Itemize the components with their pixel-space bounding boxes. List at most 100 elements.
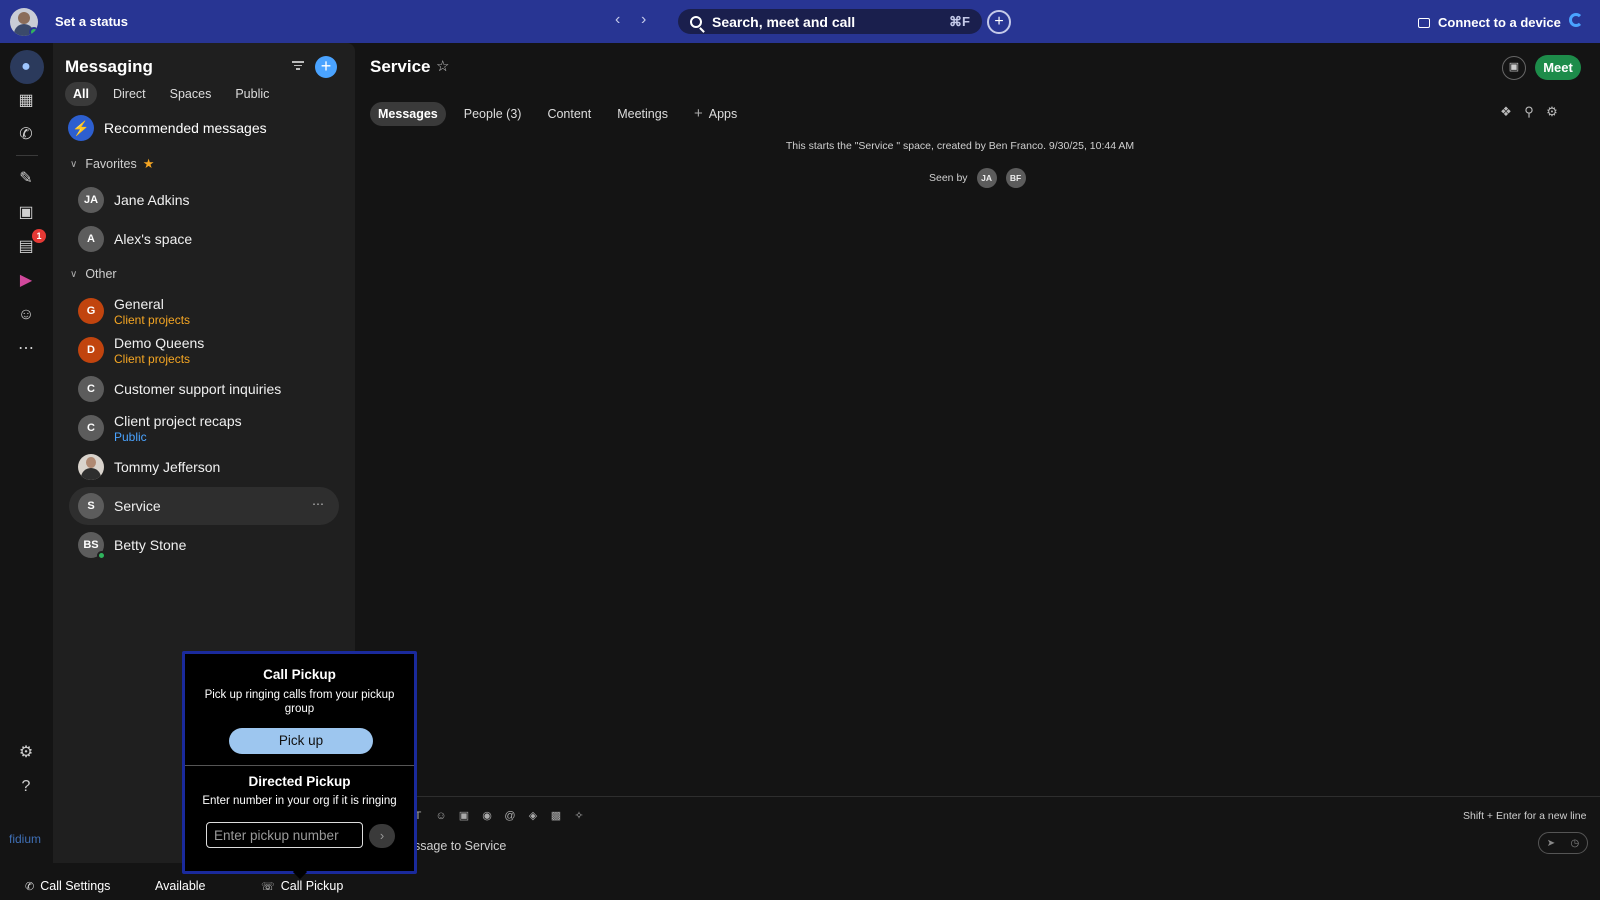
connect-device-label: Connect to a device (1438, 15, 1561, 30)
back-arrow-icon[interactable]: ‹ (615, 11, 620, 29)
webex-logo-icon (1569, 13, 1583, 27)
pick-up-button[interactable]: Pick up (229, 728, 373, 754)
tab-public[interactable]: Public (227, 82, 277, 106)
other-section-header[interactable]: ∨ Other (70, 267, 117, 281)
space-options-icon[interactable]: ▣ (1502, 56, 1526, 80)
conversation-name: Alex's space (114, 231, 193, 247)
gif-icon[interactable]: ▣ (457, 809, 471, 823)
tab-people[interactable]: People (3) (456, 102, 530, 126)
call-pickup-popover: Call Pickup Pick up ringing calls from y… (182, 651, 417, 880)
call-pickup-label: Call Pickup (280, 879, 344, 893)
directed-pickup-description: Enter number in your org if it is ringin… (202, 795, 397, 807)
teams-icon[interactable]: ☺ (14, 303, 38, 327)
messaging-tabs: All Direct Spaces Public (65, 82, 285, 106)
search-icon[interactable]: ⚲ (1522, 105, 1536, 119)
call-pickup-title: Call Pickup (263, 667, 336, 682)
vidcast-icon[interactable]: ▶ (14, 269, 38, 293)
plus-icon: + (693, 105, 703, 122)
submit-pickup-button[interactable]: › (369, 824, 395, 848)
conversation-name: Tommy Jefferson (114, 459, 221, 475)
conversation-service[interactable]: S Service ⋯ (69, 487, 339, 525)
space-tabs: Messages People (3) Content Meetings + Ap… (370, 100, 755, 127)
presence-online-indicator (97, 551, 106, 560)
composer-toolbar: T ☺ ▣ ◉ @ ◈ ▩ ✧ (411, 809, 595, 823)
other-label: Other (85, 267, 117, 281)
device-icon (1418, 17, 1430, 28)
contacts-icon[interactable]: ▣ (14, 201, 38, 225)
search-icon (690, 15, 702, 28)
favorites-section-header[interactable]: ∨ Favorites ★ (70, 156, 154, 172)
help-icon[interactable]: ? (14, 775, 38, 799)
ai-assist-icon[interactable]: ✧ (572, 809, 586, 823)
add-icon[interactable]: + (987, 10, 1011, 34)
tab-meetings[interactable]: Meetings (609, 102, 676, 126)
avatar (78, 454, 104, 480)
send-icon[interactable]: ➤ (1547, 838, 1555, 849)
send-button-group[interactable]: ➤ ◷ (1538, 832, 1588, 854)
conversation-alexs-space[interactable]: A Alex's space (69, 220, 339, 258)
tab-apps[interactable]: + Apps (686, 100, 745, 127)
conversation-jane-adkins[interactable]: JA Jane Adkins (69, 181, 339, 219)
conversation-client-project-recaps[interactable]: C Client project recaps Public (69, 409, 339, 447)
conversation-visibility: Public (114, 429, 147, 444)
filter-icon[interactable] (292, 59, 304, 71)
conversation-name: Jane Adkins (114, 192, 190, 208)
favorite-star-icon[interactable]: ☆ (436, 57, 449, 75)
voicemail-badge: 1 (32, 229, 46, 243)
composer-hint: Shift + Enter for a new line (1463, 810, 1587, 822)
user-avatar[interactable] (10, 8, 38, 36)
tab-spaces[interactable]: Spaces (162, 82, 220, 106)
star-icon: ★ (142, 156, 155, 171)
avatar[interactable]: BF (1005, 168, 1026, 188)
record-video-icon[interactable]: ▩ (549, 809, 563, 823)
more-options-icon[interactable]: ⋯ (312, 497, 325, 511)
conversation-tommy-jefferson[interactable]: Tommy Jefferson (69, 448, 339, 486)
seen-by-label: Seen by (929, 172, 968, 184)
messaging-title: Messaging (65, 57, 153, 76)
avatar: D (78, 337, 104, 363)
more-icon[interactable]: ⋯ (14, 337, 38, 361)
tab-direct[interactable]: Direct (105, 82, 154, 106)
conversation-demo-queens[interactable]: D Demo Queens Client projects (69, 331, 339, 369)
meet-button[interactable]: Meet (1535, 55, 1581, 80)
new-conversation-button[interactable]: + (315, 56, 337, 78)
avatar: A (78, 226, 104, 252)
call-settings-button[interactable]: ✆ Call Settings (25, 879, 110, 893)
voicemail-icon[interactable]: ▤ 1 (14, 229, 46, 259)
phone-icon[interactable]: ✆ (14, 123, 38, 147)
avatar: S (78, 493, 104, 519)
conversation-customer-support[interactable]: C Customer support inquiries (69, 370, 339, 408)
schedule-icon[interactable]: ◷ (1571, 838, 1580, 849)
avatar[interactable]: JA (976, 168, 997, 188)
messaging-icon[interactable]: ● (14, 55, 38, 79)
tab-content[interactable]: Content (539, 102, 599, 126)
call-pickup-button[interactable]: ☏ Call Pickup (261, 879, 343, 893)
recommended-label: Recommended messages (104, 120, 267, 136)
recommended-messages[interactable]: ⚡ Recommended messages (68, 115, 267, 141)
sticker-icon[interactable]: ◉ (480, 809, 494, 823)
phone-settings-icon: ✆ (25, 880, 35, 893)
attach-icon[interactable]: ◈ (526, 809, 540, 823)
availability-button[interactable]: Available (155, 879, 206, 893)
favorites-label: Favorites (85, 157, 137, 171)
avatar: C (78, 415, 104, 441)
settings-icon[interactable]: ⚙ (14, 741, 38, 765)
pickup-number-input[interactable] (206, 822, 363, 848)
whiteboard-icon[interactable]: ✎ (14, 167, 38, 191)
conversation-betty-stone[interactable]: BS Betty Stone (69, 526, 339, 564)
message-input[interactable]: essage to Service (407, 839, 506, 853)
set-status-link[interactable]: Set a status (55, 14, 128, 29)
forward-arrow-icon[interactable]: › (641, 11, 646, 29)
mention-icon[interactable]: @ (503, 809, 517, 823)
connect-device-button[interactable]: Connect to a device (1418, 15, 1561, 30)
search-bar[interactable]: Search, meet and call ⌘F (678, 9, 982, 34)
pin-icon[interactable]: ❖ (1499, 105, 1513, 119)
gear-icon[interactable]: ⚙ (1545, 105, 1559, 119)
avatar: BS (78, 532, 106, 560)
tab-all[interactable]: All (65, 82, 97, 106)
calendar-icon[interactable]: ▦ (14, 89, 38, 113)
avatar: JA (78, 187, 104, 213)
tab-messages[interactable]: Messages (370, 101, 446, 126)
emoji-icon[interactable]: ☺ (434, 809, 448, 823)
conversation-general[interactable]: G General Client projects (69, 292, 339, 330)
